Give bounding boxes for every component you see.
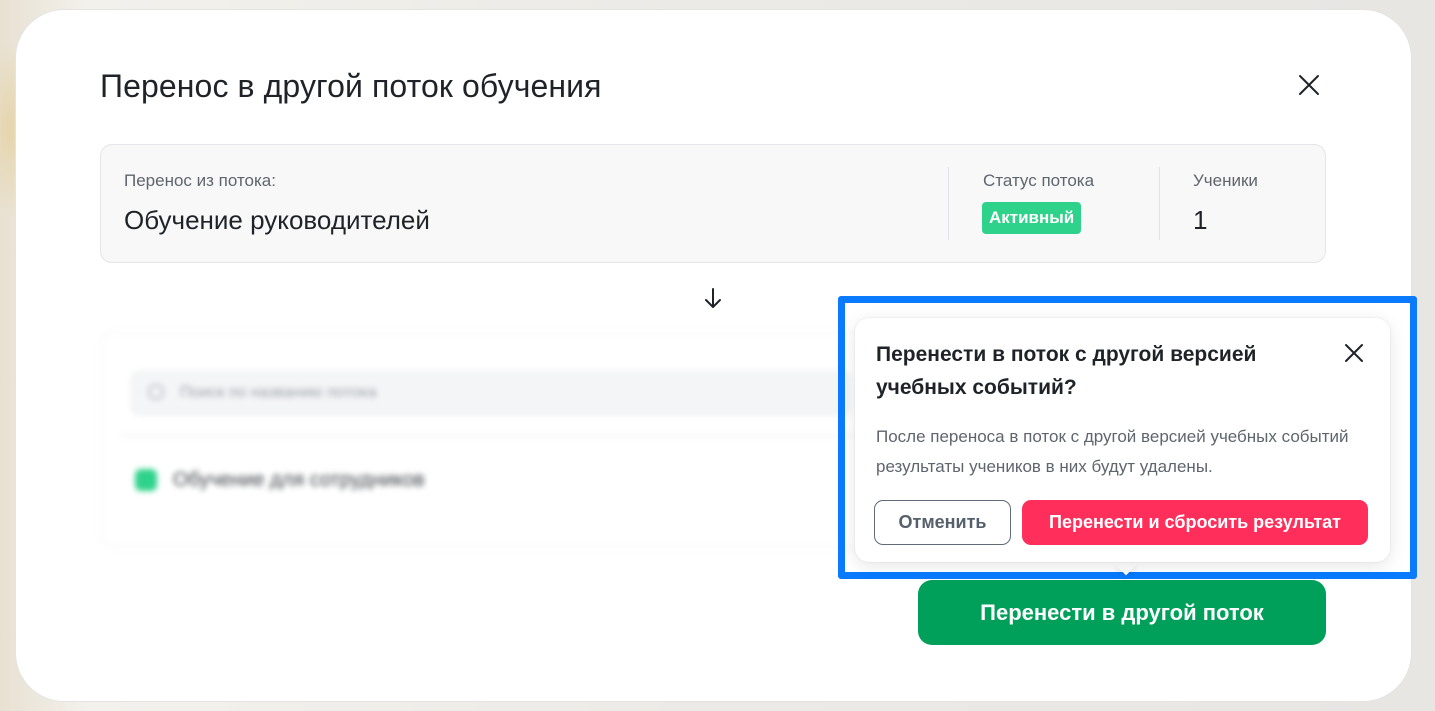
arrow-down-icon (704, 286, 722, 310)
source-stream-name: Обучение руководителей (124, 205, 430, 235)
source-label: Перенос из потока: (124, 171, 276, 190)
close-icon[interactable] (1343, 342, 1365, 364)
modal-title: Перенос в другой поток обучения (100, 68, 602, 104)
popover-body: После переноса в поток с другой версией … (876, 427, 1349, 476)
search-icon (148, 384, 164, 400)
search-input[interactable]: Поиск по названию потока (131, 371, 851, 415)
divider (1159, 167, 1160, 240)
students-count: 1 (1193, 205, 1208, 235)
target-stream-card: Поиск по названию потока Обучение для со… (100, 332, 900, 548)
divider (121, 435, 881, 436)
source-stream-card: Перенос из потока: Обучение руководителе… (100, 144, 1326, 263)
status-label: Статус потока (983, 171, 1095, 190)
divider (948, 167, 949, 240)
confirm-popover: Перенести в поток с другой версией учебн… (855, 318, 1390, 562)
status-badge: Активный (982, 202, 1082, 234)
search-placeholder: Поиск по названию потока (180, 384, 377, 401)
confirm-reset-button[interactable]: Перенести и сбросить результат (1022, 500, 1368, 545)
cancel-button[interactable]: Отменить (874, 500, 1011, 545)
transfer-button[interactable]: Перенести в другой поток (918, 580, 1326, 645)
students-label: Ученики (1193, 171, 1258, 190)
list-item[interactable]: Обучение для сотрудников (173, 469, 425, 492)
radio-selected-icon[interactable] (135, 469, 157, 491)
close-icon[interactable] (1294, 70, 1324, 100)
popover-title: Перенести в поток с другой версией учебн… (876, 343, 1257, 399)
